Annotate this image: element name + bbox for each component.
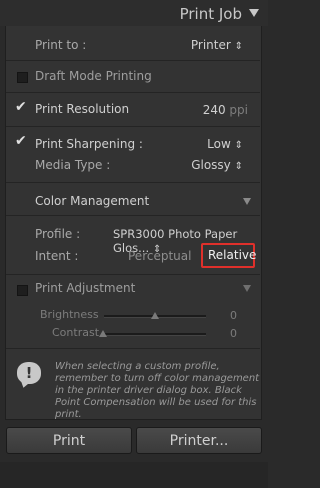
divider: [6, 348, 260, 349]
intent-perceptual-option[interactable]: Perceptual: [128, 249, 191, 263]
print-resolution-unit: ppi: [229, 103, 248, 117]
contrast-slider[interactable]: [104, 333, 206, 336]
updown-arrow-icon: ⇕: [234, 140, 243, 151]
draft-mode-checkbox[interactable]: [17, 72, 28, 83]
profile-label: Profile :: [35, 227, 81, 241]
collapse-triangle-icon[interactable]: [243, 198, 251, 205]
exclamation-icon: !: [25, 364, 33, 382]
print-resolution-field[interactable]: 240 ppi: [203, 103, 248, 117]
updown-arrow-icon: ⇕: [234, 161, 243, 172]
divider: [6, 126, 260, 127]
print-to-label: Print to :: [35, 38, 87, 52]
bottom-bar: [0, 462, 268, 488]
print-resolution-label[interactable]: Print Resolution: [35, 102, 129, 116]
print-sharpening-select[interactable]: Low ⇕: [207, 137, 243, 151]
collapse-triangle-icon[interactable]: [249, 9, 259, 17]
brightness-value: 0: [230, 309, 237, 322]
color-management-title: Color Management: [35, 194, 150, 208]
divider: [6, 215, 260, 216]
updown-arrow-icon: ⇕: [234, 41, 243, 52]
media-type-label: Media Type :: [35, 158, 111, 172]
brightness-slider-thumb[interactable]: [151, 312, 159, 319]
print-sharpening-label[interactable]: Print Sharpening :: [35, 137, 143, 151]
panel-title: Print Job: [179, 5, 242, 23]
media-type-select[interactable]: Glossy ⇕: [191, 158, 243, 172]
divider: [6, 92, 260, 93]
intent-relative-label: Relative: [208, 248, 257, 262]
print-to-select[interactable]: Printer ⇕: [191, 38, 243, 52]
media-type-value: Glossy: [191, 158, 231, 172]
divider: [6, 60, 260, 61]
print-to-value: Printer: [190, 38, 231, 52]
print-adjustment-checkbox[interactable]: [17, 285, 28, 296]
print-adjustment-title[interactable]: Print Adjustment: [35, 281, 135, 295]
printer-button[interactable]: Printer...: [136, 427, 262, 454]
color-management-notice: When selecting a custom profile, remembe…: [55, 361, 260, 420]
print-sharpening-value: Low: [207, 137, 231, 151]
panel-header[interactable]: Print Job: [0, 0, 268, 26]
print-button[interactable]: Print: [6, 427, 132, 454]
intent-label: Intent :: [35, 249, 79, 263]
divider: [6, 182, 260, 183]
contrast-label: Contrast: [52, 326, 100, 339]
divider: [6, 274, 260, 275]
draft-mode-label[interactable]: Draft Mode Printing: [35, 69, 152, 83]
contrast-value: 0: [230, 327, 237, 340]
brightness-label: Brightness: [40, 308, 99, 321]
collapse-triangle-icon[interactable]: [243, 285, 251, 292]
contrast-slider-thumb[interactable]: [99, 330, 107, 337]
print-sharpening-checkbox[interactable]: ✔: [15, 133, 27, 149]
print-resolution-checkbox[interactable]: ✔: [15, 99, 27, 115]
print-resolution-value: 240: [202, 103, 226, 117]
